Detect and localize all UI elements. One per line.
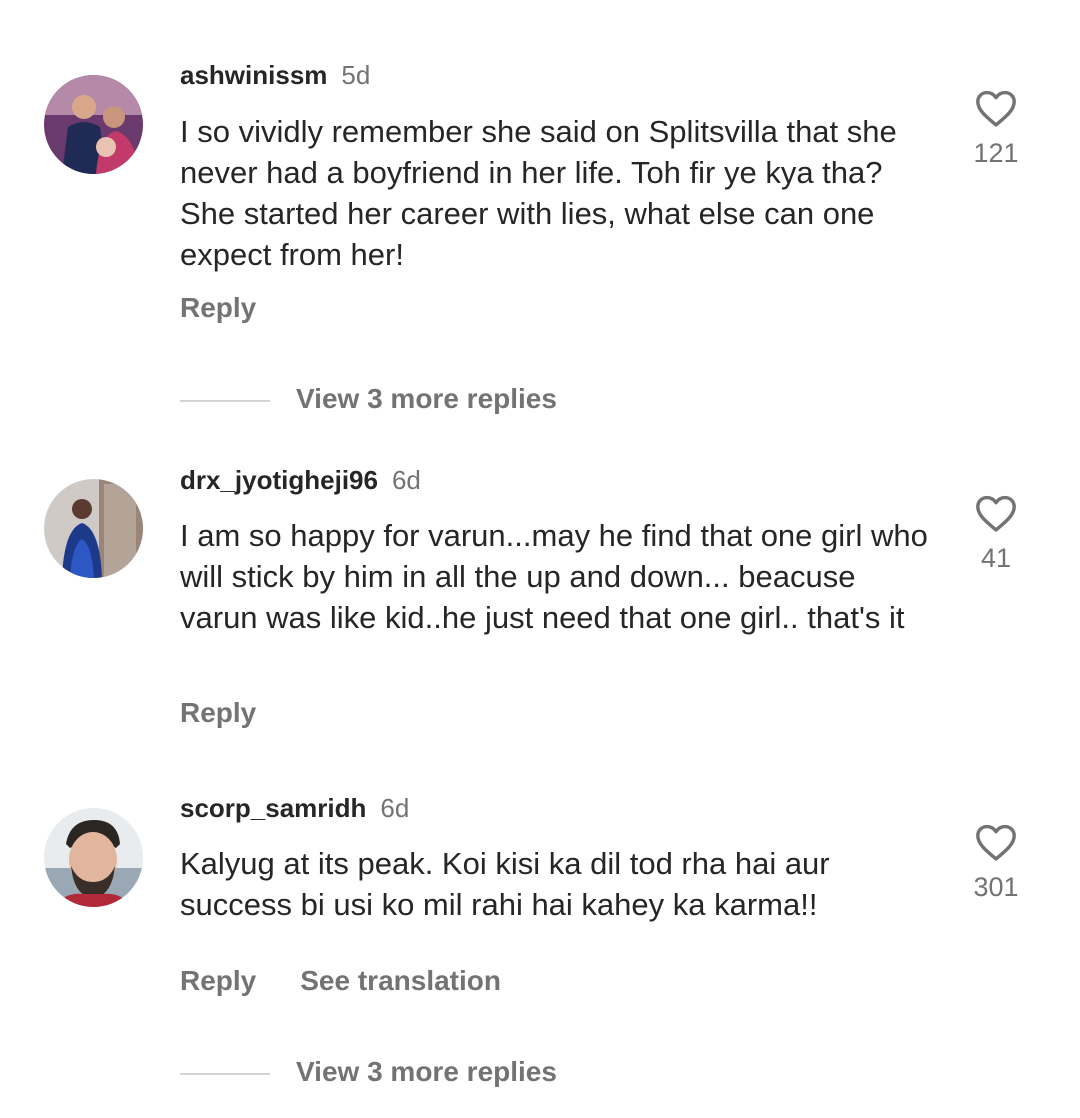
avatar[interactable] (44, 75, 143, 174)
heart-outline-icon[interactable] (974, 493, 1018, 533)
timestamp: 6d (380, 793, 410, 823)
replies-divider (180, 399, 270, 402)
timestamp: 5d (341, 60, 371, 90)
comment-meta: scorp_samridh 6d (180, 793, 409, 823)
like-count: 121 (973, 138, 1019, 168)
view-replies-label: View 3 more replies (296, 383, 557, 414)
comment-text: Kalyug at its peak. Koi kisi ka dil tod … (180, 846, 830, 922)
avatar[interactable] (44, 479, 143, 578)
see-translation-button[interactable]: See translation (300, 965, 501, 996)
heart-outline-icon[interactable] (974, 88, 1018, 128)
comment-text: I so vividly remember she said on Splits… (180, 114, 897, 272)
username[interactable]: ashwinissm (180, 60, 327, 90)
comment-meta: ashwinissm 5d (180, 60, 370, 90)
like-group: 301 (960, 822, 1032, 902)
replies-divider (180, 1072, 270, 1075)
comment-actions: Reply See translation (180, 965, 501, 997)
view-replies-button[interactable]: View 3 more replies (180, 383, 557, 415)
like-group: 121 (960, 88, 1032, 168)
like-count: 301 (973, 872, 1019, 902)
comment-text: I am so happy for varun...may he find th… (180, 518, 928, 635)
comment-meta: drx_jyotigheji96 6d (180, 465, 421, 495)
reply-button[interactable]: Reply (180, 697, 256, 728)
heart-outline-icon[interactable] (974, 822, 1018, 862)
view-replies-label: View 3 more replies (296, 1056, 557, 1087)
username[interactable]: scorp_samridh (180, 793, 366, 823)
avatar[interactable] (44, 808, 143, 907)
comment-actions: Reply (180, 697, 256, 729)
reply-button[interactable]: Reply (180, 965, 256, 996)
reply-button[interactable]: Reply (180, 292, 256, 323)
like-group: 41 (960, 493, 1032, 573)
timestamp: 6d (391, 465, 421, 495)
view-replies-button[interactable]: View 3 more replies (180, 1056, 557, 1088)
comment-actions: Reply (180, 292, 256, 324)
username[interactable]: drx_jyotigheji96 (180, 465, 378, 495)
like-count: 41 (980, 543, 1012, 573)
